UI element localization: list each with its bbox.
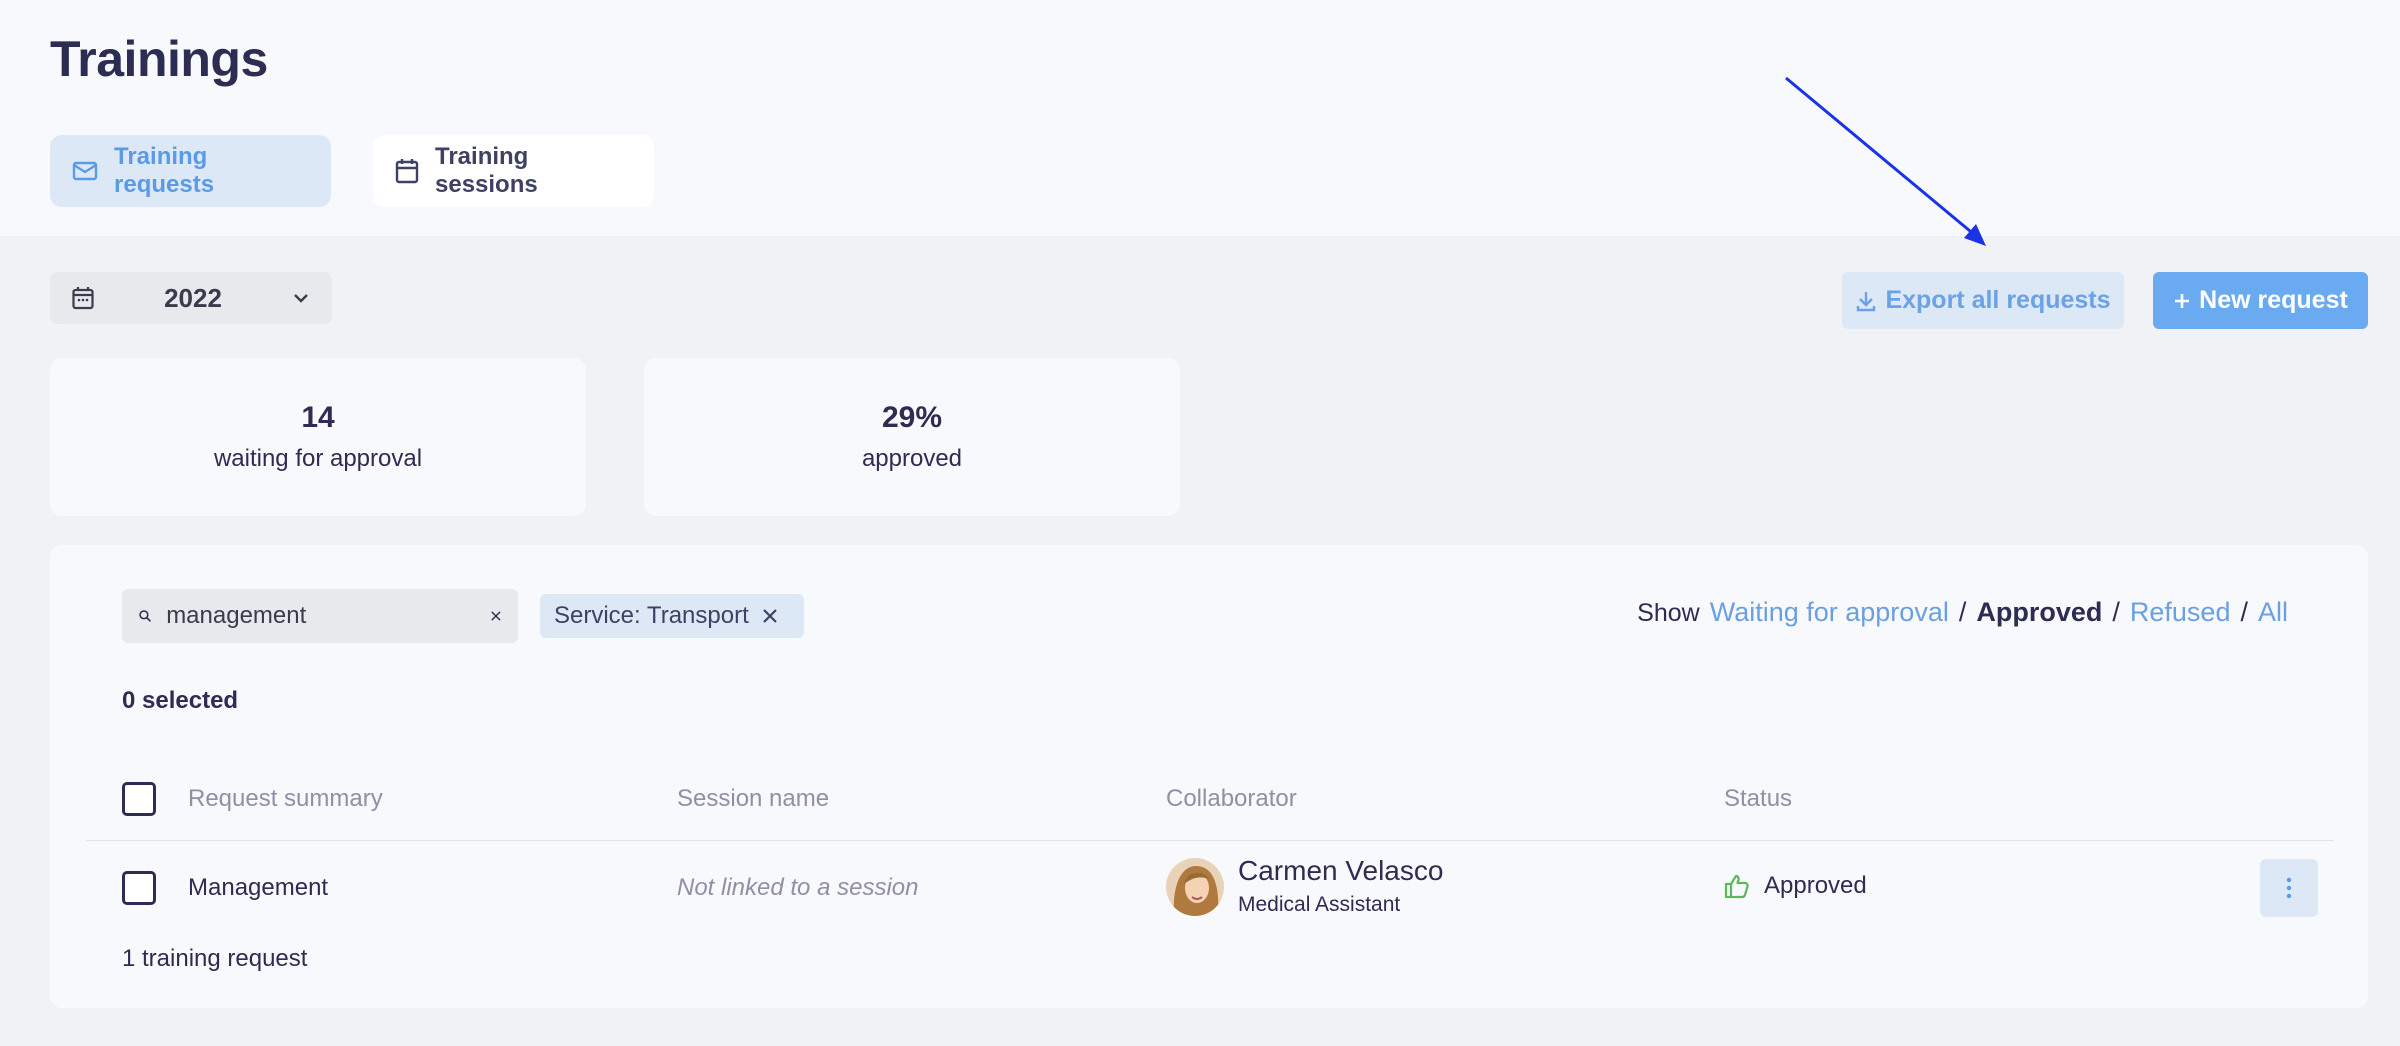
show-label: Show (1637, 599, 1700, 627)
export-label: Export all requests (1885, 286, 2111, 314)
year-value: 2022 (164, 282, 222, 313)
stat-card-waiting: 14 waiting for approval (50, 358, 586, 516)
remove-filter-icon[interactable] (761, 607, 779, 625)
collaborator-role: Medical Assistant (1238, 893, 1401, 916)
row-checkbox[interactable] (122, 871, 156, 905)
thumbs-up-icon (1724, 874, 1749, 899)
chip-label: Service: Transport (554, 602, 749, 629)
header-area: Trainings Training requests Training ses… (0, 0, 2400, 236)
header-request-summary[interactable]: Request summary (188, 785, 383, 813)
header-collaborator[interactable]: Collaborator (1166, 785, 1297, 813)
session-name: Not linked to a session (677, 874, 919, 901)
select-all-checkbox[interactable] (122, 782, 156, 816)
tab-training-requests[interactable]: Training requests (50, 135, 331, 207)
status-cell: Approved (1724, 872, 1867, 900)
separator: / (2112, 597, 2120, 627)
avatar (1166, 858, 1224, 916)
filter-all[interactable]: All (2258, 597, 2288, 628)
calendar-icon (72, 287, 94, 310)
export-all-requests-button[interactable]: Export all requests (1842, 272, 2124, 329)
chevron-down-icon (294, 294, 308, 303)
tab-training-sessions[interactable]: Training sessions (373, 135, 654, 207)
separator: / (1958, 597, 1967, 627)
tab-label: Training requests (114, 143, 215, 198)
header-session-name[interactable]: Session name (677, 785, 829, 813)
tab-label: Training sessions (435, 143, 538, 198)
request-summary: Management (188, 874, 329, 901)
filter-chip-service: Service: Transport (540, 594, 804, 638)
search-icon (139, 610, 151, 622)
new-request-button[interactable]: New request (2153, 272, 2368, 329)
selected-count: 0 selected (122, 687, 239, 714)
search-box (122, 589, 518, 643)
more-vertical-icon (2286, 877, 2292, 899)
filter-refused[interactable]: Refused (2130, 597, 2231, 628)
status-filter: Show Waiting for approval / Approved / R… (1637, 597, 2288, 628)
requests-panel: Service: Transport Show Waiting for appr… (50, 545, 2368, 1008)
search-input[interactable] (166, 602, 477, 630)
collaborator-name[interactable]: Carmen Velasco (1238, 855, 1443, 887)
row-actions-button[interactable] (2260, 859, 2318, 917)
table-divider (86, 840, 2334, 841)
mail-icon (72, 161, 98, 181)
year-select[interactable]: 2022 (50, 272, 332, 324)
plus-icon (2175, 293, 2190, 308)
calendar-icon (395, 159, 419, 184)
stat-label: approved (861, 445, 963, 472)
stat-value: 14 (301, 401, 335, 434)
status-label: Approved (1764, 872, 1867, 899)
filter-approved[interactable]: Approved (1976, 597, 2102, 628)
request-count: 1 training request (122, 945, 308, 972)
stat-value: 29% (881, 401, 943, 434)
stat-label: waiting for approval (213, 445, 423, 472)
separator: / (2240, 597, 2248, 627)
page-title: Trainings (50, 31, 268, 87)
filter-waiting-for-approval[interactable]: Waiting for approval (1710, 597, 1949, 628)
header-status[interactable]: Status (1724, 785, 1792, 813)
clear-search-icon[interactable] (490, 606, 502, 626)
new-request-label: New request (2199, 286, 2348, 314)
download-icon (1857, 291, 1876, 311)
stat-card-approved: 29% approved (644, 358, 1180, 516)
